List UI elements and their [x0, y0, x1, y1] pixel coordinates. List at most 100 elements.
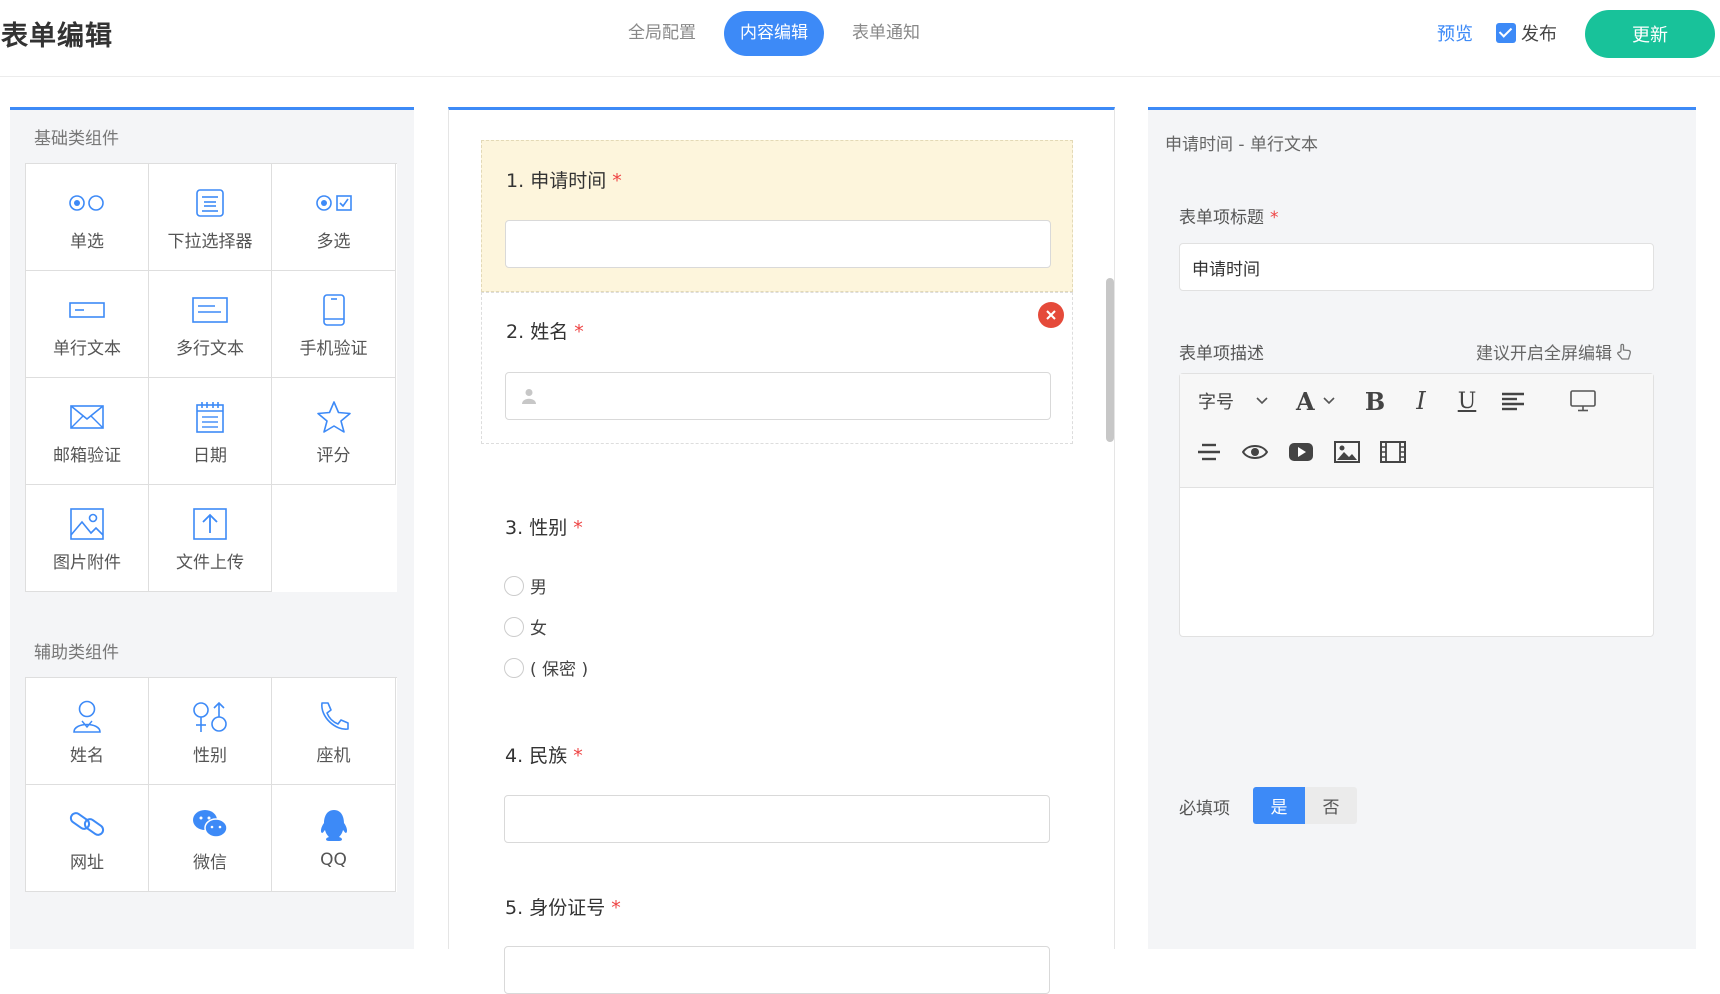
required-mark: *: [574, 321, 584, 343]
gender-icon: [190, 697, 230, 737]
radio-button[interactable]: [504, 575, 524, 596]
required-mark: *: [1270, 208, 1279, 228]
component-url[interactable]: 网址: [26, 785, 149, 892]
form-item-apply-time[interactable]: 1. 申请时间 *: [481, 140, 1073, 292]
component-label: 评分: [316, 445, 351, 466]
publish-checkbox[interactable]: [1496, 23, 1516, 43]
component-label: 网址: [70, 852, 104, 873]
image-icon: [67, 504, 107, 544]
person-icon: [522, 389, 536, 404]
monitor-icon: [1570, 390, 1596, 412]
question-title: 申请时间: [530, 170, 607, 192]
required-mark: *: [573, 517, 583, 539]
component-email[interactable]: 邮箱验证: [26, 378, 149, 485]
aux-components-grid: 姓名 性别 座机 网址 微信 QQ: [25, 677, 397, 892]
required-no-option[interactable]: 否: [1305, 787, 1357, 824]
fullscreen-button[interactable]: [1568, 383, 1598, 419]
required-mark: *: [573, 745, 583, 767]
field-label-text: 表单项标题: [1179, 208, 1264, 228]
strikethrough-button[interactable]: [1194, 434, 1224, 470]
preview-link[interactable]: 预览: [1437, 20, 1473, 46]
bold-button[interactable]: B: [1361, 383, 1389, 419]
form-item-label: 3. 性别 *: [505, 513, 583, 540]
form-item-name[interactable]: 2. 姓名 *: [481, 292, 1073, 444]
checkbox-icon: [314, 183, 354, 223]
fullscreen-edit-hint[interactable]: 建议开启全屏编辑: [1476, 339, 1632, 364]
component-label: 文件上传: [176, 552, 244, 573]
insert-image-button[interactable]: [1332, 434, 1362, 470]
component-file-upload[interactable]: 文件上传: [149, 485, 272, 592]
component-dropdown[interactable]: 下拉选择器: [149, 164, 272, 271]
question-title: 姓名: [530, 321, 569, 343]
component-date[interactable]: 日期: [149, 378, 272, 485]
tab-global-config[interactable]: 全局配置: [612, 11, 712, 56]
id-number-input[interactable]: [504, 946, 1050, 994]
publish-toggle[interactable]: 发布: [1496, 20, 1557, 46]
component-label: 姓名: [70, 745, 104, 766]
component-multi-line-text[interactable]: 多行文本: [149, 271, 272, 378]
editor-content-area[interactable]: [1180, 488, 1653, 636]
tab-content-edit[interactable]: 内容编辑: [724, 11, 824, 56]
phone-icon: [314, 290, 354, 330]
radio-button[interactable]: [504, 657, 524, 678]
underline-button[interactable]: U: [1453, 383, 1481, 419]
ethnicity-input[interactable]: [504, 795, 1050, 843]
canvas-scrollbar[interactable]: [1106, 278, 1114, 442]
person-icon: [67, 697, 107, 737]
component-radio[interactable]: 单选: [26, 164, 149, 271]
question-number: 5.: [505, 897, 524, 919]
chevron-down-icon: [1323, 397, 1335, 405]
option-label: 女: [530, 619, 547, 639]
component-name[interactable]: 姓名: [26, 678, 149, 785]
align-left-icon: [1502, 392, 1524, 411]
title-field[interactable]: 申请时间: [1179, 243, 1654, 291]
email-icon: [67, 397, 107, 437]
component-landline[interactable]: 座机: [272, 678, 396, 785]
component-label: 下拉选择器: [167, 231, 253, 252]
preview-eye-button[interactable]: [1240, 434, 1270, 470]
component-label: 座机: [316, 745, 351, 766]
radio-button[interactable]: [504, 616, 524, 637]
required-yes-option[interactable]: 是: [1253, 787, 1305, 824]
question-number: 2.: [506, 321, 525, 343]
name-input[interactable]: [505, 372, 1051, 420]
update-button[interactable]: 更新: [1585, 10, 1715, 58]
required-toggle[interactable]: 是 否: [1253, 787, 1357, 824]
component-qq[interactable]: QQ: [272, 785, 396, 892]
film-icon: [1380, 441, 1406, 463]
gender-option-female[interactable]: 女: [504, 614, 547, 639]
component-phone[interactable]: 手机验证: [272, 271, 396, 378]
option-label: 男: [530, 578, 547, 598]
aux-components-title: 辅助类组件: [34, 643, 119, 663]
font-size-select[interactable]: 字号: [1198, 383, 1268, 419]
component-image-attachment[interactable]: 图片附件: [26, 485, 149, 592]
gender-option-secret[interactable]: ( 保密 ): [504, 655, 588, 680]
radio-icon: [67, 183, 107, 223]
star-icon: [314, 397, 354, 437]
picture-icon: [1334, 441, 1360, 463]
question-title: 性别: [529, 517, 568, 539]
font-color-label: A: [1296, 386, 1315, 416]
italic-button[interactable]: I: [1407, 383, 1435, 419]
close-icon: [1046, 310, 1056, 320]
component-gender[interactable]: 性别: [149, 678, 272, 785]
align-left-button[interactable]: [1499, 383, 1527, 419]
component-checkbox[interactable]: 多选: [272, 164, 396, 271]
insert-media-button[interactable]: [1378, 434, 1408, 470]
component-single-line-text[interactable]: 单行文本: [26, 271, 149, 378]
gender-option-male[interactable]: 男: [504, 573, 547, 598]
rich-text-editor: 字号 A B I U: [1179, 373, 1654, 637]
required-label: 必填项: [1179, 799, 1230, 819]
component-wechat[interactable]: 微信: [149, 785, 272, 892]
single-line-text-icon: [67, 290, 107, 330]
insert-video-button[interactable]: [1286, 434, 1316, 470]
telephone-icon: [314, 697, 354, 737]
apply-time-input[interactable]: [505, 220, 1051, 268]
font-color-select[interactable]: A: [1296, 383, 1335, 419]
wechat-icon: [190, 804, 230, 844]
strikethrough-icon: [1198, 443, 1220, 461]
tab-form-notify[interactable]: 表单通知: [836, 11, 936, 56]
page-title: 表单编辑: [1, 21, 113, 52]
component-rating[interactable]: 评分: [272, 378, 396, 485]
delete-item-button[interactable]: [1038, 302, 1064, 328]
